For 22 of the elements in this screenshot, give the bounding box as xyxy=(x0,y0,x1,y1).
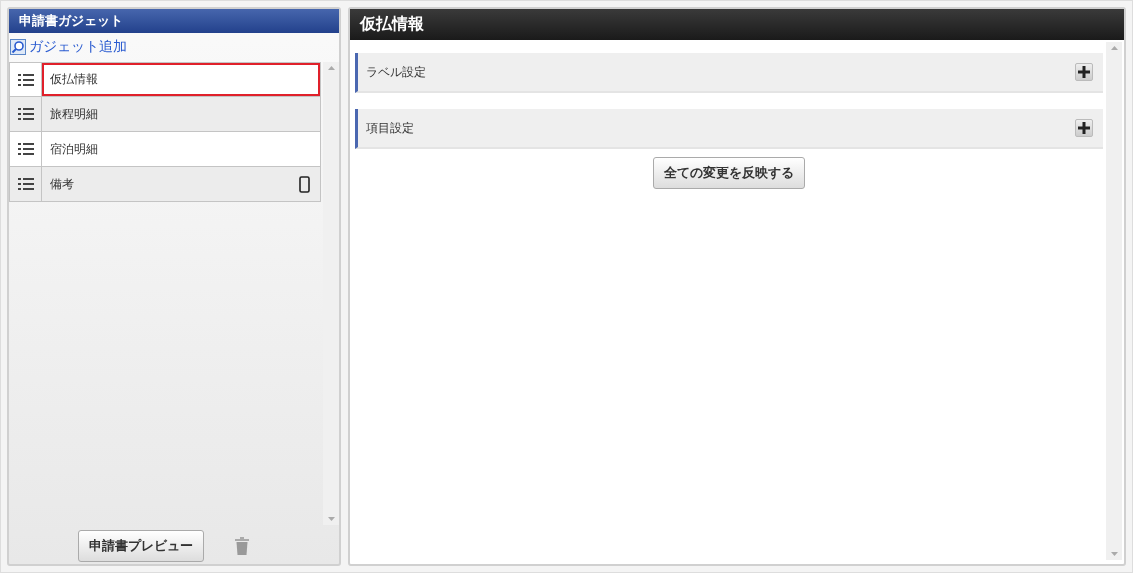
settings-section[interactable]: 項目設定 xyxy=(355,109,1103,149)
list-icon[interactable] xyxy=(17,108,34,120)
gadget-item[interactable]: 仮払情報 xyxy=(42,63,320,96)
preview-button[interactable]: 申請書プレビュー xyxy=(78,530,204,562)
expand-icon[interactable] xyxy=(1075,119,1093,137)
scrollbar[interactable] xyxy=(1106,42,1122,560)
scroll-up-icon[interactable] xyxy=(327,66,335,70)
trash-icon[interactable] xyxy=(234,537,250,555)
scroll-up-icon[interactable] xyxy=(1110,46,1118,50)
apply-changes-button[interactable]: 全ての変更を反映する xyxy=(653,157,805,189)
panel-title: 仮払情報 xyxy=(350,9,1124,40)
panel-title: 申請書ガジェット xyxy=(9,9,339,33)
list-icon[interactable] xyxy=(17,143,34,155)
settings-section[interactable]: ラベル設定 xyxy=(355,53,1103,93)
expand-icon[interactable] xyxy=(1075,63,1093,81)
list-icon[interactable] xyxy=(17,73,34,86)
search-icon xyxy=(10,39,26,55)
scroll-down-icon[interactable] xyxy=(1110,552,1118,556)
list-icon[interactable] xyxy=(17,178,34,190)
add-gadget-link[interactable]: ガジェット追加 xyxy=(10,36,127,58)
scroll-down-icon[interactable] xyxy=(327,517,335,521)
scrollbar[interactable] xyxy=(323,62,339,525)
